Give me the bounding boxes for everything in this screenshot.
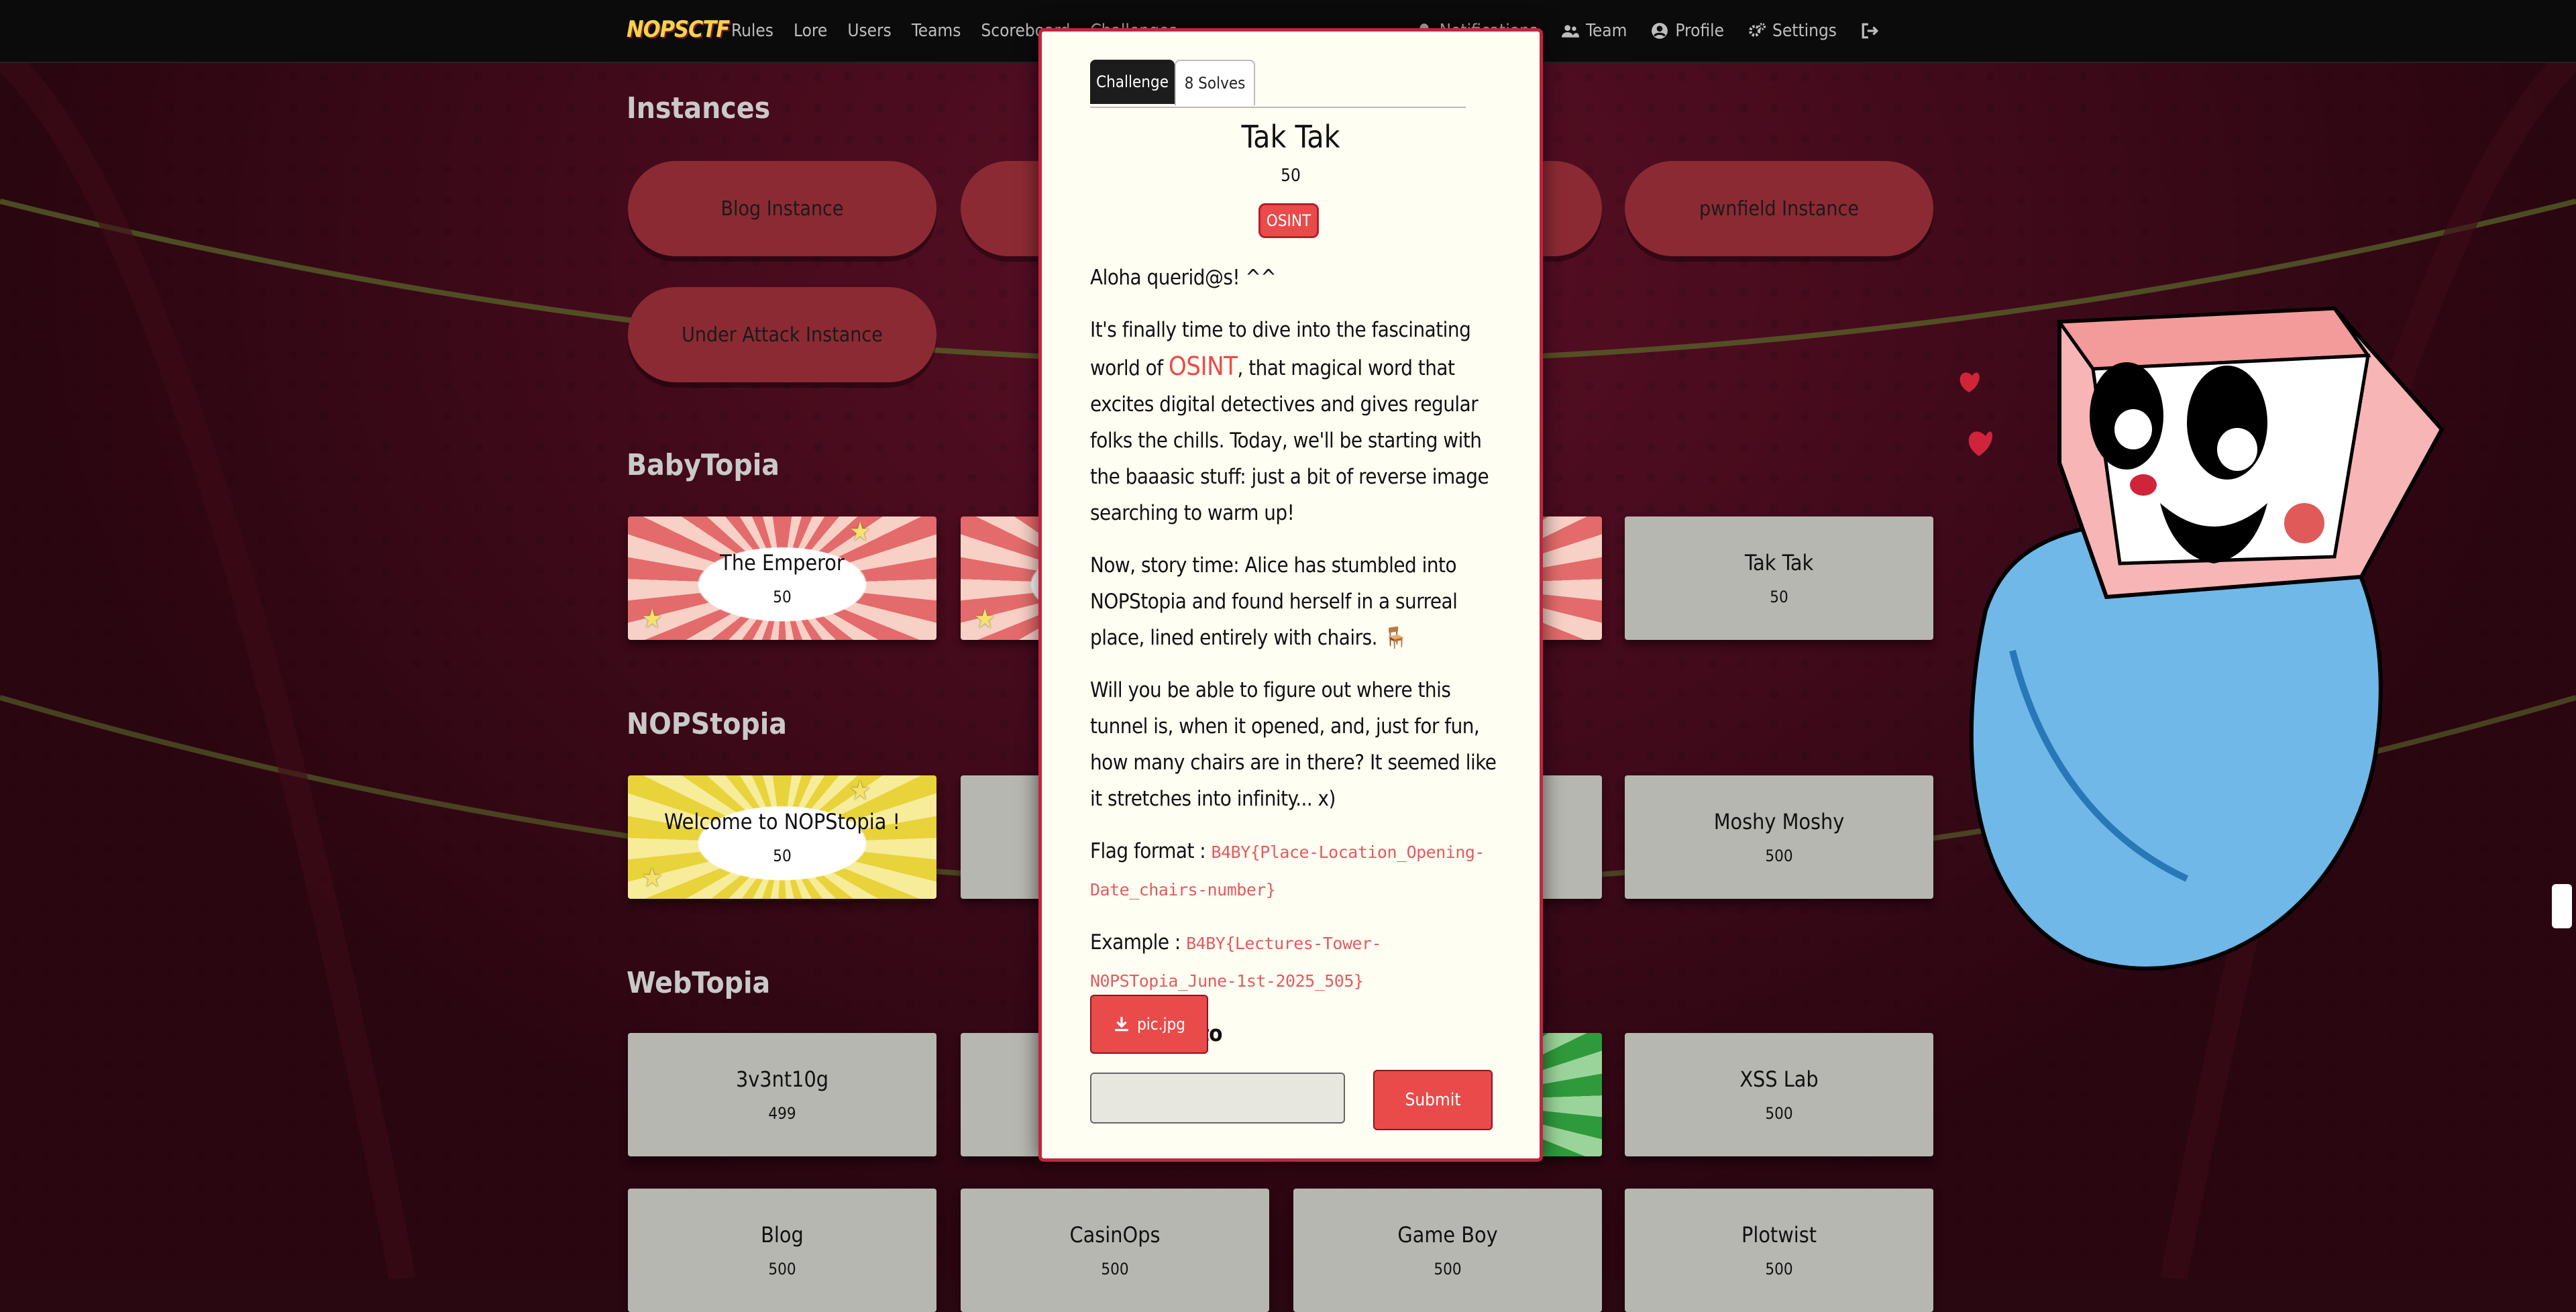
- gears-icon: [1749, 23, 1766, 37]
- greeting-text: Aloha querid@s! ^^: [1090, 266, 1277, 290]
- side-widget[interactable]: [2552, 884, 2572, 928]
- nav-link-logout[interactable]: [1861, 22, 1878, 40]
- challenge-card-blog[interactable]: Blog 500: [628, 1189, 936, 1312]
- card-name: The Emperor: [720, 550, 845, 576]
- challenge-card-tak-tak[interactable]: Tak Tak 50: [1625, 516, 1933, 640]
- star-icon: ★: [849, 516, 871, 547]
- modal-tabs: Challenge 8 Solves: [1090, 60, 1466, 108]
- card-points: 50: [773, 846, 792, 865]
- card-name: CasinOps: [1069, 1222, 1161, 1248]
- intro-end: , that magical word that excites digital…: [1090, 356, 1489, 525]
- tab-challenge[interactable]: Challenge: [1090, 60, 1175, 104]
- nav-link-teams[interactable]: Teams: [912, 21, 961, 41]
- download-file-button[interactable]: pic.jpg: [1090, 995, 1208, 1054]
- card-name: Moshy Moshy: [1713, 809, 1845, 834]
- challenge-card-moshy-moshy[interactable]: Moshy Moshy 500: [1625, 775, 1933, 899]
- challenge-card-the-emperor[interactable]: ★ ★ The Emperor 50: [628, 516, 936, 640]
- category-tag: OSINT: [1258, 203, 1319, 238]
- instance-button-blog[interactable]: Blog Instance: [628, 161, 936, 256]
- submit-button[interactable]: Submit: [1373, 1070, 1493, 1130]
- challenge-card-game-boy[interactable]: Game Boy 500: [1293, 1189, 1602, 1312]
- card-points: 50: [1770, 588, 1788, 606]
- instance-button-under-attack[interactable]: Under Attack Instance: [628, 287, 936, 382]
- nav-link-team[interactable]: Team: [1562, 21, 1627, 41]
- star-icon: ★: [641, 863, 663, 893]
- mascot-illustration: [1960, 306, 2445, 971]
- card-points: 500: [768, 1260, 796, 1278]
- card-name: XSS Lab: [1739, 1067, 1819, 1092]
- download-file-label: pic.jpg: [1137, 1015, 1185, 1034]
- challenge-title: Tak Tak: [1241, 119, 1340, 155]
- card-name: Welcome to NOPStopia !: [664, 809, 900, 834]
- nav-label-team: Team: [1586, 21, 1627, 41]
- chair-emoji-icon: 🪑: [1383, 626, 1409, 650]
- star-icon: ★: [849, 775, 871, 806]
- nav-label-settings: Settings: [1772, 21, 1837, 41]
- card-points: 500: [1434, 1260, 1462, 1278]
- logout-icon: [1862, 23, 1878, 39]
- example-line: Example : B4BY{Lectures-Tower-N0PSTopia_…: [1090, 924, 1499, 999]
- card-points: 499: [768, 1104, 796, 1123]
- card-points: 500: [1765, 1260, 1793, 1278]
- challenge-description: Aloha querid@s! ^^ It's finally time to …: [1090, 260, 1499, 1068]
- challenge-card-3v3nt10g[interactable]: 3v3nt10g 499: [628, 1033, 936, 1156]
- star-icon: ★: [641, 604, 663, 635]
- section-title-webtopia: WebTopia: [627, 966, 771, 1000]
- challenge-card-xss-lab[interactable]: XSS Lab 500: [1625, 1033, 1933, 1156]
- section-title-babytopia: BabyTopia: [627, 448, 780, 482]
- challenge-modal: Challenge 8 Solves Tak Tak 50 OSINT Aloh…: [1038, 28, 1543, 1162]
- osint-highlight: OSINT: [1168, 351, 1238, 381]
- tab-solves[interactable]: 8 Solves: [1175, 60, 1255, 105]
- card-points: 500: [1101, 1260, 1129, 1278]
- card-name: Tak Tak: [1744, 550, 1814, 576]
- nav-link-settings[interactable]: Settings: [1748, 21, 1837, 41]
- download-icon: [1115, 1017, 1128, 1032]
- nav-link-users[interactable]: Users: [847, 21, 892, 41]
- challenge-value: 50: [1281, 166, 1301, 186]
- nav-link-rules[interactable]: Rules: [731, 21, 773, 41]
- flag-answer-input[interactable]: [1090, 1073, 1345, 1124]
- instance-button-pwnfield[interactable]: pwnfield Instance: [1625, 161, 1933, 256]
- users-icon: [1562, 25, 1580, 38]
- card-name: Plotwist: [1741, 1222, 1817, 1248]
- flag-format-label: Flag format :: [1090, 839, 1206, 863]
- site-logo[interactable]: NOPSCTF: [627, 16, 730, 46]
- challenge-card-welcome-nopstopia[interactable]: ★ ★ Welcome to NOPStopia ! 50: [628, 775, 936, 899]
- example-label: Example :: [1090, 930, 1181, 954]
- challenge-card-casinops[interactable]: CasinOps 500: [961, 1189, 1269, 1312]
- section-title-nopstopia: NOPStopia: [627, 707, 788, 741]
- flag-format-line: Flag format : B4BY{Place-Location_Openin…: [1090, 833, 1499, 908]
- user-circle-icon: [1652, 23, 1668, 39]
- star-icon: ★: [974, 604, 996, 635]
- card-points: 50: [773, 588, 792, 606]
- nav-label-profile: Profile: [1675, 21, 1725, 41]
- challenge-card-plotwist[interactable]: Plotwist 500: [1625, 1189, 1933, 1312]
- intro-paragraph: It's finally time to dive into the fasci…: [1090, 312, 1499, 531]
- question-paragraph: Will you be able to figure out where thi…: [1090, 678, 1497, 811]
- card-points: 500: [1765, 846, 1793, 865]
- nav-link-lore[interactable]: Lore: [794, 21, 827, 41]
- card-name: Game Boy: [1397, 1222, 1498, 1248]
- section-title-instances: Instances: [627, 91, 771, 125]
- story-paragraph: Now, story time: Alice has stumbled into…: [1090, 547, 1499, 656]
- nav-link-profile[interactable]: Profile: [1651, 21, 1724, 41]
- card-name: Blog: [761, 1222, 804, 1248]
- card-points: 500: [1765, 1104, 1793, 1123]
- card-name: 3v3nt10g: [735, 1067, 829, 1092]
